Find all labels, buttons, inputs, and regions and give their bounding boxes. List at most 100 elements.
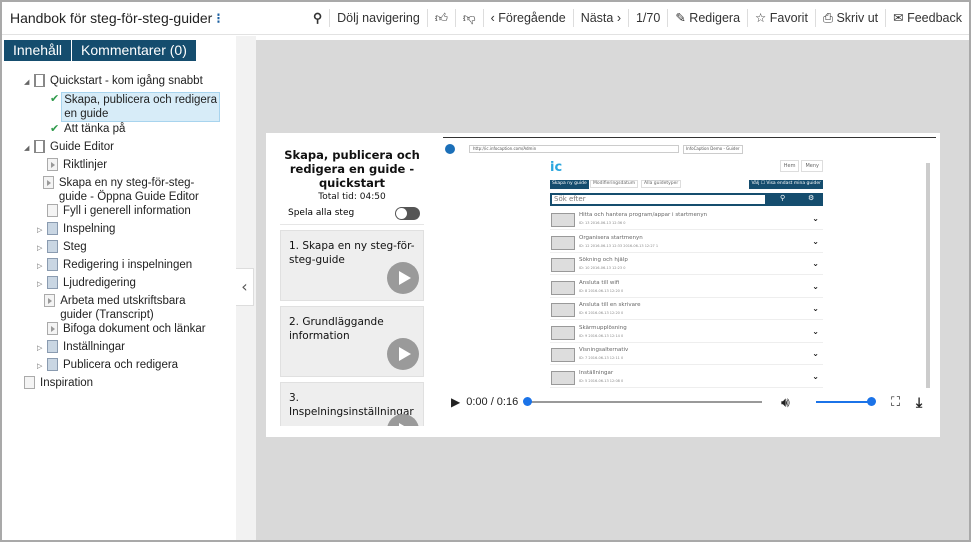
guide-row-title: Visningsalternativ xyxy=(579,347,629,353)
download-icon[interactable]: ⤓ xyxy=(916,394,922,411)
thumbs-up-icon[interactable]: 👍︎ xyxy=(426,9,455,27)
guide-row: Skärmupplösning ID: 9 2016-06-13 12:14 0 ⌄ xyxy=(550,322,823,343)
feedback-button[interactable]: ✉ Feedback xyxy=(885,9,969,27)
guide-thumbnail xyxy=(551,348,575,362)
guide-thumbnail xyxy=(551,325,575,340)
tab-contents[interactable]: Innehåll xyxy=(4,40,72,61)
step-item[interactable]: 1. Skapa en ny steg-för-steg-guide xyxy=(280,230,424,301)
edit-button[interactable]: ✎ Redigera xyxy=(667,9,747,27)
envelope-icon: ✉ xyxy=(893,11,904,25)
tree-item[interactable]: Skapa en ny steg-för-steg-guide - Öppna … xyxy=(37,176,220,204)
vertical-dots-icon[interactable]: ⁝ xyxy=(216,10,220,26)
open-book-icon xyxy=(34,74,45,87)
guide-row-meta: ID: 12 2016-06-13 12:33 2016-06-13 12:27… xyxy=(579,243,659,248)
tree-item-label: Ljudredigering xyxy=(63,277,136,289)
guide-row-meta: ID: 6 2016-06-13 12:20 0 xyxy=(579,311,624,315)
guide-row-title: Inställningar xyxy=(579,369,614,376)
tab-comments[interactable]: Kommentarer (0) xyxy=(72,40,196,61)
star-icon: ☆ xyxy=(755,11,767,25)
tree-item[interactable]: ▷ Ljudredigering xyxy=(37,276,220,292)
tree-item-label: Bifoga dokument och länkar xyxy=(63,323,206,335)
url-field: http://ic.infocaption.com/Admin xyxy=(469,145,679,153)
tree-item[interactable]: ✔ Att tänka på xyxy=(50,122,220,136)
chevron-down-icon: ⌄ xyxy=(812,371,819,381)
home-link: Hem xyxy=(779,160,800,172)
guide-row-meta: ID: 13 2016-06-13 12:36 0 xyxy=(579,221,626,225)
expanded-triangle-icon[interactable]: ◢ xyxy=(24,142,34,156)
volume-handle[interactable] xyxy=(867,397,876,406)
guide-row: Ansluta till en skrivare ID: 6 2016-06-13… xyxy=(550,300,823,320)
print-button[interactable]: ⎙ Skriv ut xyxy=(814,9,885,27)
tree-item[interactable]: Bifoga dokument och länkar xyxy=(37,322,220,336)
collapsed-triangle-icon[interactable]: ▷ xyxy=(37,360,47,374)
chevron-down-icon: ⌄ xyxy=(812,281,819,291)
back-icon xyxy=(445,144,455,154)
tree-item-label: Redigering i inspelningen xyxy=(63,259,193,271)
guide-thumbnail xyxy=(551,370,575,385)
play-icon[interactable] xyxy=(387,338,419,370)
guide-thumbnail xyxy=(551,235,575,250)
check-icon: ✔ xyxy=(50,93,60,105)
guide-row-meta: ID: 5 2016-06-13 12:08 0 xyxy=(579,378,624,383)
step-list[interactable]: 1. Skapa en ny steg-för-steg-guide 2. Gr… xyxy=(266,225,436,426)
search-icon[interactable]: ⚲ xyxy=(306,9,329,27)
app-search-input: Sök efter xyxy=(552,195,765,204)
fullscreen-icon[interactable]: ⛶ xyxy=(891,394,900,410)
play-icon[interactable]: ▶ xyxy=(451,395,460,409)
collapsed-triangle-icon[interactable]: ▷ xyxy=(37,260,47,274)
tree-item[interactable]: ◢ Quickstart - kom igång snabbt xyxy=(24,74,220,90)
volume-slider[interactable] xyxy=(816,401,874,403)
app-toolbar: Skapa ny guide Modifieringsdatum Alla gu… xyxy=(550,180,823,189)
tree-item[interactable]: Fyll i generell information xyxy=(37,204,220,218)
guide-row: Hitta och hantera program/appar i startm… xyxy=(550,210,823,230)
tree-item[interactable]: ▷ Publicera och redigera xyxy=(37,358,220,374)
book-icon xyxy=(47,358,58,371)
tree-item-label: Steg xyxy=(63,241,87,253)
tree-item[interactable]: ◢ Guide Editor xyxy=(24,140,220,156)
thumbs-down-icon[interactable]: 👎︎ xyxy=(454,9,483,27)
guide-thumbnail xyxy=(551,258,575,272)
app-search: Sök efter ⚲ ⚙ xyxy=(550,193,823,206)
tree-item-label: Skapa, publicera och redigera en guide xyxy=(61,92,220,122)
play-icon[interactable] xyxy=(387,262,419,294)
page-icon xyxy=(47,204,58,217)
book-icon xyxy=(47,276,58,289)
collapsed-triangle-icon[interactable]: ▷ xyxy=(37,342,47,356)
step-item[interactable]: 3. Inspelningsinställningar xyxy=(280,382,424,426)
video-page-icon xyxy=(47,158,58,171)
collapsed-triangle-icon[interactable]: ▷ xyxy=(37,224,47,238)
collapsed-triangle-icon[interactable]: ▷ xyxy=(37,242,47,256)
tree-item[interactable]: Inspiration xyxy=(24,376,220,390)
guide-row: Visningsalternativ ID: 7 2016-06-13 12:11… xyxy=(550,345,823,365)
collapsed-triangle-icon[interactable]: ▷ xyxy=(37,278,47,292)
hide-navigation-button[interactable]: Dölj navigering xyxy=(329,9,427,27)
tree-item[interactable]: ▷ Redigering i inspelningen xyxy=(37,258,220,274)
collapse-sidebar-button[interactable]: ‹ xyxy=(236,268,254,306)
guide-row: Organisera startmenyn ID: 12 2016-06-13 1… xyxy=(550,232,823,253)
tree-item[interactable]: Riktlinjer xyxy=(37,158,220,172)
seek-bar[interactable] xyxy=(527,401,762,403)
previous-button[interactable]: ‹ Föregående xyxy=(482,9,573,27)
favorite-button[interactable]: ☆ Favorit xyxy=(747,9,815,27)
seek-handle[interactable] xyxy=(523,397,532,406)
page-title: Handbok för steg-för-steg-guider ⁝ xyxy=(10,9,221,26)
guide-row-title: Ansluta till en skrivare xyxy=(579,302,641,308)
create-guide-button: Skapa ny guide xyxy=(550,180,589,189)
page-icon xyxy=(24,376,35,389)
tree-item[interactable]: ▷ Inspelning xyxy=(37,222,220,238)
step-item[interactable]: 2. Grundläggande information xyxy=(280,306,424,377)
tree-item[interactable]: ▷ Inställningar xyxy=(37,340,220,356)
tree-item[interactable]: ▷ Steg xyxy=(37,240,220,256)
tree-item[interactable]: ✔ Skapa, publicera och redigera en guide xyxy=(50,92,220,122)
tree-item[interactable]: Arbeta med utskriftsbara guider (Transcr… xyxy=(37,294,220,322)
next-button[interactable]: Nästa › xyxy=(572,9,628,27)
guide-thumbnail xyxy=(551,280,575,295)
volume-icon[interactable]: 🔊︎ xyxy=(781,394,790,411)
app-nav: Hem Meny xyxy=(779,160,823,172)
expanded-triangle-icon[interactable]: ◢ xyxy=(24,76,34,90)
video-page-icon xyxy=(47,322,58,335)
play-all-toggle[interactable] xyxy=(395,207,420,220)
video-player[interactable]: http://ic.infocaption.com/Admin InfoCapt… xyxy=(443,137,936,416)
guide-row-meta: ID: 8 2016-06-13 12:20 0 xyxy=(579,288,624,293)
book-icon xyxy=(47,222,58,235)
